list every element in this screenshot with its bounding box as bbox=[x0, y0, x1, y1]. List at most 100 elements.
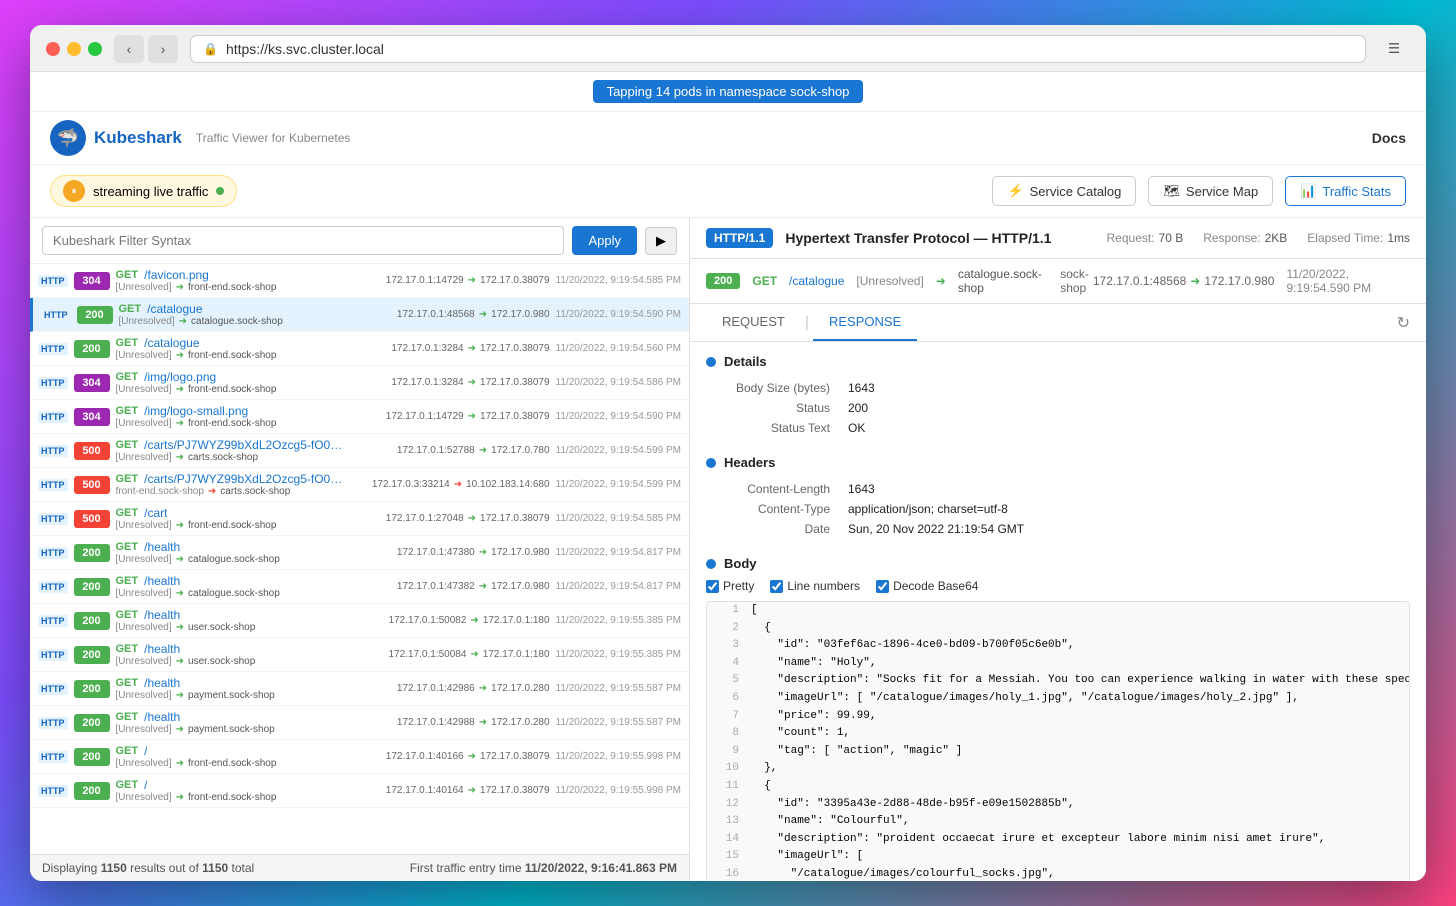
traffic-row[interactable]: HTTP 200 GET /health [Unresolved] ➜ user… bbox=[30, 604, 689, 638]
status-badge: 304 bbox=[74, 408, 110, 426]
content-type-value: application/json; charset=utf-8 bbox=[840, 500, 1408, 518]
traffic-stats-label: Traffic Stats bbox=[1322, 184, 1391, 199]
selected-ips: sock-shop 172.17.0.1:48568 ➜ 172.17.0.98… bbox=[1060, 267, 1274, 295]
line-number: 13 bbox=[711, 813, 739, 831]
traffic-stats-button[interactable]: 📊 Traffic Stats bbox=[1285, 176, 1406, 206]
status-badge: 200 bbox=[77, 306, 113, 324]
timestamp: 11/20/2022, 9:19:54.817 PM bbox=[556, 547, 681, 558]
traffic-row[interactable]: HTTP 304 GET /img/logo.png [Unresolved] … bbox=[30, 366, 689, 400]
sub-arrow: ➜ bbox=[176, 758, 184, 769]
docs-link[interactable]: Docs bbox=[1372, 130, 1406, 146]
service-catalog-button[interactable]: ⚡ Service Catalog bbox=[992, 176, 1136, 206]
traffic-row[interactable]: HTTP 200 GET / [Unresolved] ➜ front-end.… bbox=[30, 740, 689, 774]
json-line: 14 "description": "proident occaecat iru… bbox=[707, 831, 1409, 849]
unresolved: [Unresolved] bbox=[116, 758, 172, 769]
traffic-row[interactable]: HTTP 200 GET /health [Unresolved] ➜ cata… bbox=[30, 536, 689, 570]
src-ip: 172.17.0.1:50084 bbox=[389, 649, 467, 660]
traffic-row[interactable]: HTTP 200 GET /health [Unresolved] ➜ paym… bbox=[30, 672, 689, 706]
ip-arrow-icon: ➜ bbox=[468, 343, 476, 354]
traffic-row[interactable]: HTTP 200 GET /health [Unresolved] ➜ cata… bbox=[30, 570, 689, 604]
service: front-end.sock-shop bbox=[188, 350, 276, 361]
row-details: GET /favicon.png [Unresolved] ➜ front-en… bbox=[116, 268, 380, 293]
of-text: results out of bbox=[130, 861, 199, 875]
traffic-row[interactable]: HTTP 304 GET /img/logo-small.png [Unreso… bbox=[30, 400, 689, 434]
service-map-button[interactable]: 🗺 Service Map bbox=[1148, 176, 1273, 206]
path: /health bbox=[144, 676, 180, 690]
path: /carts/PJ7WYZ99bXdL2Ozcg5-fO0sC-H3sPejy/… bbox=[144, 438, 344, 452]
selected-dst-ip: 172.17.0.980 bbox=[1204, 274, 1274, 288]
request-tab[interactable]: REQUEST bbox=[706, 304, 801, 341]
json-content: [ bbox=[751, 602, 758, 620]
traffic-row[interactable]: HTTP 200 GET / [Unresolved] ➜ front-end.… bbox=[30, 774, 689, 808]
path: /health bbox=[144, 710, 180, 724]
traffic-row[interactable]: HTTP 500 GET /carts/PJ7WYZ99bXdL2Ozcg5-f… bbox=[30, 434, 689, 468]
forward-button[interactable]: › bbox=[148, 35, 178, 63]
service: payment.sock-shop bbox=[188, 690, 275, 701]
path: /img/logo-small.png bbox=[144, 404, 248, 418]
back-button[interactable]: ‹ bbox=[114, 35, 144, 63]
protocol-badge: HTTP bbox=[38, 411, 68, 423]
timestamp: 11/20/2022, 9:19:55.587 PM bbox=[556, 717, 681, 728]
tab-separator: | bbox=[805, 314, 809, 332]
ip-arrow: ➜ bbox=[1190, 274, 1200, 288]
status-text-label: Status Text bbox=[708, 419, 838, 437]
url-bar[interactable]: 🔒 https://ks.svc.cluster.local bbox=[190, 35, 1366, 63]
refresh-icon[interactable]: ↻ bbox=[1397, 313, 1410, 333]
src-ip: 172.17.0.1:42988 bbox=[397, 717, 475, 728]
traffic-list[interactable]: HTTP 304 GET /favicon.png [Unresolved] ➜… bbox=[30, 264, 689, 854]
path: /img/logo.png bbox=[144, 370, 216, 384]
src-ip: 172.17.0.1:27048 bbox=[386, 513, 464, 524]
service: front-end.sock-shop bbox=[188, 282, 276, 293]
json-viewer[interactable]: 1[2 {3 "id": "03fef6ac-1896-4ce0-bd09-b7… bbox=[706, 601, 1410, 881]
close-button[interactable] bbox=[46, 42, 60, 56]
pretty-checkbox[interactable] bbox=[706, 580, 719, 593]
status-badge: 200 bbox=[74, 544, 110, 562]
line-numbers-text: Line numbers bbox=[787, 579, 860, 593]
method: GET bbox=[116, 779, 139, 791]
line-number: 9 bbox=[711, 743, 739, 761]
json-content: "imageUrl": [ bbox=[751, 848, 863, 866]
notification-badge: Tapping 14 pods in namespace sock-shop bbox=[593, 80, 864, 103]
detail-header-bar: HTTP/1.1 Hypertext Transfer Protocol — H… bbox=[690, 218, 1426, 259]
line-number: 5 bbox=[711, 672, 739, 690]
content-length-value: 1643 bbox=[840, 480, 1408, 498]
path: /health bbox=[144, 540, 180, 554]
json-line: 3 "id": "03fef6ac-1896-4ce0-bd09-b700f05… bbox=[707, 637, 1409, 655]
row-main: GET /catalogue bbox=[116, 336, 386, 350]
traffic-row[interactable]: HTTP 500 GET /carts/PJ7WYZ99bXdL2Ozcg5-f… bbox=[30, 468, 689, 502]
maximize-button[interactable] bbox=[88, 42, 102, 56]
dst-ip: 172.17.0.38079 bbox=[480, 343, 550, 354]
status-badge: 304 bbox=[74, 272, 110, 290]
row-ips: 172.17.0.1:14729 ➜ 172.17.0.38079 bbox=[386, 411, 550, 422]
logo-area: 🦈 Kubeshark Traffic Viewer for Kubernete… bbox=[50, 120, 350, 156]
protocol-badge: HTTP bbox=[38, 717, 68, 729]
row-sub: [Unresolved] ➜ catalogue.sock-shop bbox=[119, 316, 391, 327]
traffic-row[interactable]: HTTP 200 GET /catalogue [Unresolved] ➜ f… bbox=[30, 332, 689, 366]
details-header: Details bbox=[706, 354, 1410, 369]
decode-base64-label[interactable]: Decode Base64 bbox=[876, 579, 978, 593]
path: /health bbox=[144, 574, 180, 588]
line-numbers-label[interactable]: Line numbers bbox=[770, 579, 860, 593]
status-badge: 200 bbox=[74, 714, 110, 732]
row-details: GET / [Unresolved] ➜ front-end.sock-shop bbox=[116, 744, 380, 769]
menu-button[interactable]: ☰ bbox=[1378, 35, 1410, 63]
traffic-row[interactable]: HTTP 500 GET /cart [Unresolved] ➜ front-… bbox=[30, 502, 689, 536]
filter-input[interactable] bbox=[42, 226, 564, 255]
traffic-row[interactable]: HTTP 304 GET /favicon.png [Unresolved] ➜… bbox=[30, 264, 689, 298]
pretty-label[interactable]: Pretty bbox=[706, 579, 754, 593]
timestamp: 11/20/2022, 9:19:54.599 PM bbox=[556, 479, 681, 490]
pause-icon[interactable]: ⏸ bbox=[63, 180, 85, 202]
minimize-button[interactable] bbox=[67, 42, 81, 56]
apply-button[interactable]: Apply bbox=[572, 226, 637, 255]
row-sub: [Unresolved] ➜ front-end.sock-shop bbox=[116, 350, 386, 361]
video-button[interactable]: ▶ bbox=[645, 227, 677, 255]
body-dot bbox=[706, 559, 716, 569]
path: /carts/PJ7WYZ99bXdL2Ozcg5-fO0sC-H3sPejy/… bbox=[144, 472, 344, 486]
traffic-row[interactable]: HTTP 200 GET /health [Unresolved] ➜ user… bbox=[30, 638, 689, 672]
decode-base64-checkbox[interactable] bbox=[876, 580, 889, 593]
response-tab[interactable]: RESPONSE bbox=[813, 304, 917, 341]
line-numbers-checkbox[interactable] bbox=[770, 580, 783, 593]
traffic-row[interactable]: HTTP 200 GET /catalogue [Unresolved] ➜ c… bbox=[30, 298, 689, 332]
detail-meta: Request: 70 B Response: 2KB Elapsed Time… bbox=[1107, 231, 1411, 245]
traffic-row[interactable]: HTTP 200 GET /health [Unresolved] ➜ paym… bbox=[30, 706, 689, 740]
